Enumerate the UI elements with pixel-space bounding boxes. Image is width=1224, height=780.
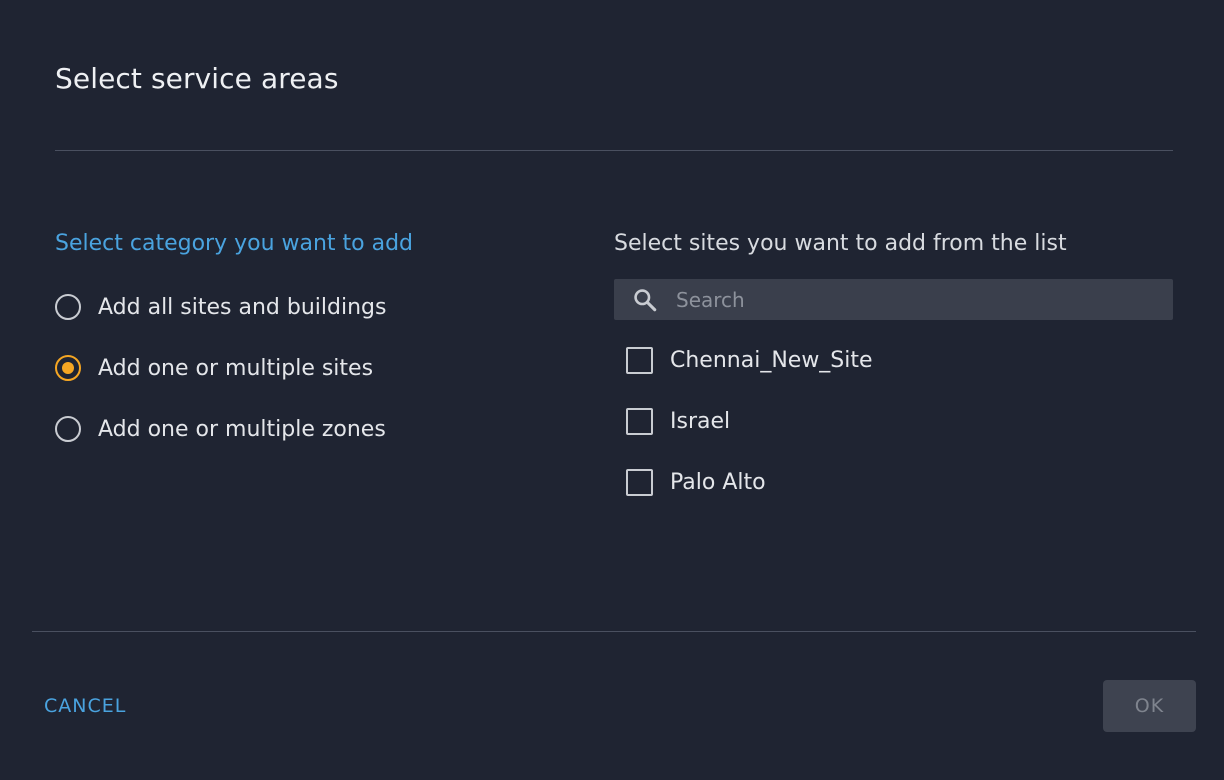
sites-section: Select sites you want to add from the li… <box>614 228 1173 496</box>
radio-label: Add all sites and buildings <box>98 294 387 320</box>
checkbox[interactable] <box>626 347 653 374</box>
radio-button-selected[interactable] <box>55 355 81 381</box>
site-label: Chennai_New_Site <box>670 348 873 373</box>
category-section: Select category you want to add Add all … <box>55 228 575 442</box>
search-icon <box>634 289 657 312</box>
header-divider <box>55 150 1173 151</box>
search-box[interactable] <box>614 279 1173 320</box>
sites-heading: Select sites you want to add from the li… <box>614 231 1067 256</box>
radio-label: Add one or multiple sites <box>98 355 374 381</box>
site-item-palo-alto[interactable]: Palo Alto <box>626 469 766 496</box>
site-item-israel[interactable]: Israel <box>626 408 730 435</box>
site-label: Palo Alto <box>670 470 766 495</box>
select-service-areas-dialog: Select service areas Select category you… <box>0 0 1224 780</box>
radio-button[interactable] <box>55 294 81 320</box>
radio-button[interactable] <box>55 416 81 442</box>
dialog-title: Select service areas <box>55 62 339 95</box>
radio-option-multiple-sites[interactable]: Add one or multiple sites <box>55 355 373 381</box>
radio-option-multiple-zones[interactable]: Add one or multiple zones <box>55 416 386 442</box>
cancel-button[interactable]: CANCEL <box>36 684 134 728</box>
checkbox[interactable] <box>626 408 653 435</box>
ok-button[interactable]: OK <box>1103 680 1196 732</box>
footer-divider <box>32 631 1196 632</box>
checkbox[interactable] <box>626 469 653 496</box>
radio-label: Add one or multiple zones <box>98 416 386 442</box>
radio-option-all-sites[interactable]: Add all sites and buildings <box>55 294 386 320</box>
search-input[interactable] <box>676 279 1156 320</box>
site-item-chennai[interactable]: Chennai_New_Site <box>626 347 873 374</box>
category-heading: Select category you want to add <box>55 231 414 256</box>
site-label: Israel <box>670 409 731 434</box>
